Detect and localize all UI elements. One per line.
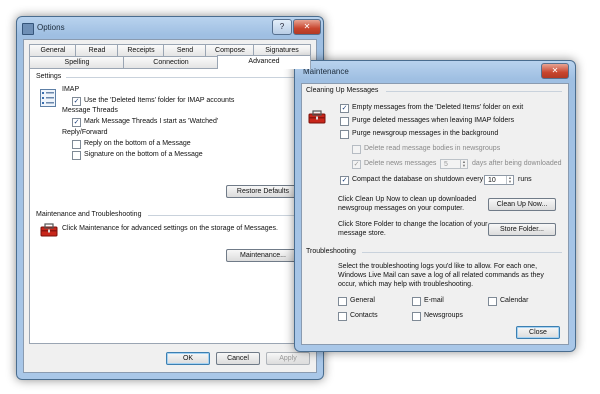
- maintenance-description: Click Maintenance for advanced settings …: [62, 225, 278, 232]
- options-window: Options ? ✕ General Read Receipts Send C…: [16, 16, 324, 380]
- troubleshooting-group-title: Troubleshooting: [306, 248, 356, 255]
- signature-bottom-checkbox[interactable]: [72, 151, 81, 160]
- purge-imap-label: Purge deleted messages when leaving IMAP…: [352, 117, 515, 124]
- settings-group-title: Settings: [36, 73, 62, 80]
- compact-runs-spinner[interactable]: 10 ▲ ▼: [484, 175, 514, 185]
- reply-bottom-checkbox[interactable]: [72, 140, 81, 149]
- cleanup-group-title: Cleaning Up Messages: [306, 87, 379, 94]
- delete-news-days-value: 5: [444, 161, 448, 168]
- cleanup-toolbox-icon: [308, 110, 326, 124]
- tab-spelling[interactable]: Spelling: [29, 56, 125, 68]
- settings-divider: [66, 77, 304, 78]
- maintenance-close-button[interactable]: Close: [516, 326, 560, 339]
- maintenance-button[interactable]: Maintenance...: [226, 249, 300, 262]
- delete-news-label: Delete news messages: [364, 160, 437, 167]
- toolbox-icon: [40, 223, 58, 237]
- empty-deleted-checkbox[interactable]: ✓: [340, 104, 349, 113]
- runs-label: runs: [518, 176, 532, 183]
- compact-runs-arrows-icon[interactable]: ▲ ▼: [506, 176, 513, 184]
- tab-general[interactable]: General: [29, 44, 77, 56]
- maintenance-group-title: Maintenance and Troubleshooting: [36, 211, 142, 218]
- log-email-checkbox[interactable]: [412, 297, 421, 306]
- purge-news-checkbox[interactable]: [340, 130, 349, 139]
- help-button[interactable]: ?: [272, 19, 292, 35]
- imap-deleted-label: Use the 'Deleted Items' folder for IMAP …: [84, 97, 235, 104]
- store-description-2: message store.: [338, 230, 386, 237]
- options-client: General Read Receipts Send Compose Signa…: [23, 39, 317, 373]
- store-description-1: Click Store Folder to change the locatio…: [338, 221, 488, 228]
- imap-deleted-checkbox[interactable]: ✓: [72, 97, 81, 106]
- log-general-checkbox[interactable]: [338, 297, 347, 306]
- options-close-button[interactable]: ✕: [293, 19, 321, 35]
- log-newsgroups-checkbox[interactable]: [412, 312, 421, 321]
- empty-deleted-label: Empty messages from the 'Deleted Items' …: [352, 104, 524, 111]
- cleanup-description-2: newsgroup messages on your computer.: [338, 205, 465, 212]
- restore-defaults-button[interactable]: Restore Defaults: [226, 185, 300, 198]
- maintenance-titlebar: Maintenance ✕: [295, 61, 575, 83]
- store-folder-button[interactable]: Store Folder...: [488, 223, 556, 236]
- cancel-button[interactable]: Cancel: [216, 352, 260, 365]
- cleanup-description-1: Click Clean Up Now to clean up downloade…: [338, 196, 477, 203]
- settings-list-icon: [40, 89, 56, 107]
- log-newsgroups-label: Newsgroups: [424, 312, 463, 319]
- troubleshooting-description-1: Select the troubleshooting logs you'd li…: [338, 263, 538, 270]
- clean-up-now-button[interactable]: Clean Up Now...: [488, 198, 556, 211]
- troubleshooting-description-3: occur, which may help with troubleshooti…: [338, 281, 474, 288]
- imap-label: IMAP: [62, 86, 80, 93]
- reply-forward-label: Reply/Forward: [62, 129, 108, 136]
- compact-checkbox[interactable]: ✓: [340, 176, 349, 185]
- troubleshooting-description-2: Windows Live Mail can save a log of all …: [338, 272, 544, 279]
- maintenance-divider: [148, 215, 304, 216]
- log-contacts-checkbox[interactable]: [338, 312, 347, 321]
- reply-bottom-label: Reply on the bottom of a Message: [84, 140, 191, 147]
- maintenance-client: Cleaning Up Messages ✓ Empty messages fr…: [301, 83, 569, 345]
- tab-advanced[interactable]: Advanced: [217, 55, 311, 69]
- compact-runs-value: 10: [488, 177, 496, 184]
- threads-label: Message Threads: [62, 107, 118, 114]
- log-general-label: General: [350, 297, 375, 304]
- tab-connection[interactable]: Connection: [123, 56, 219, 68]
- log-contacts-label: Contacts: [350, 312, 378, 319]
- troubleshooting-divider: [362, 252, 562, 253]
- compact-label: Compact the database on shutdown every: [352, 176, 484, 183]
- options-title: Options: [37, 23, 65, 32]
- delete-read-checkbox[interactable]: [352, 145, 361, 154]
- threads-mark-checkbox[interactable]: ✓: [72, 118, 81, 127]
- purge-imap-checkbox[interactable]: [340, 117, 349, 126]
- purge-news-label: Purge newsgroup messages in the backgrou…: [352, 130, 499, 137]
- delete-news-checkbox[interactable]: ✓: [352, 160, 361, 169]
- delete-news-days-arrows-icon[interactable]: ▲ ▼: [460, 160, 467, 168]
- tab-receipts[interactable]: Receipts: [117, 44, 165, 56]
- advanced-panel: Settings IMAP ✓ Use the 'Deleted Items' …: [29, 68, 311, 344]
- maintenance-close-x-button[interactable]: ✕: [541, 63, 569, 79]
- options-titlebar: Options ? ✕: [17, 17, 323, 39]
- tab-read[interactable]: Read: [75, 44, 119, 56]
- maintenance-window: Maintenance ✕ Cleaning Up Messages ✓ Emp…: [294, 60, 576, 352]
- threads-mark-label: Mark Message Threads I start as 'Watched…: [84, 118, 219, 125]
- options-app-icon: [22, 23, 34, 35]
- cleanup-divider: [386, 91, 562, 92]
- apply-button[interactable]: Apply: [266, 352, 310, 365]
- log-calendar-checkbox[interactable]: [488, 297, 497, 306]
- tab-send[interactable]: Send: [163, 44, 207, 56]
- days-after-label: days after being downloaded: [472, 160, 562, 167]
- log-email-label: E-mail: [424, 297, 444, 304]
- log-calendar-label: Calendar: [500, 297, 529, 304]
- delete-read-label: Delete read message bodies in newsgroups: [364, 145, 501, 152]
- delete-news-days-spinner[interactable]: 5 ▲ ▼: [440, 159, 468, 169]
- ok-button[interactable]: OK: [166, 352, 210, 365]
- signature-bottom-label: Signature on the bottom of a Message: [84, 151, 203, 158]
